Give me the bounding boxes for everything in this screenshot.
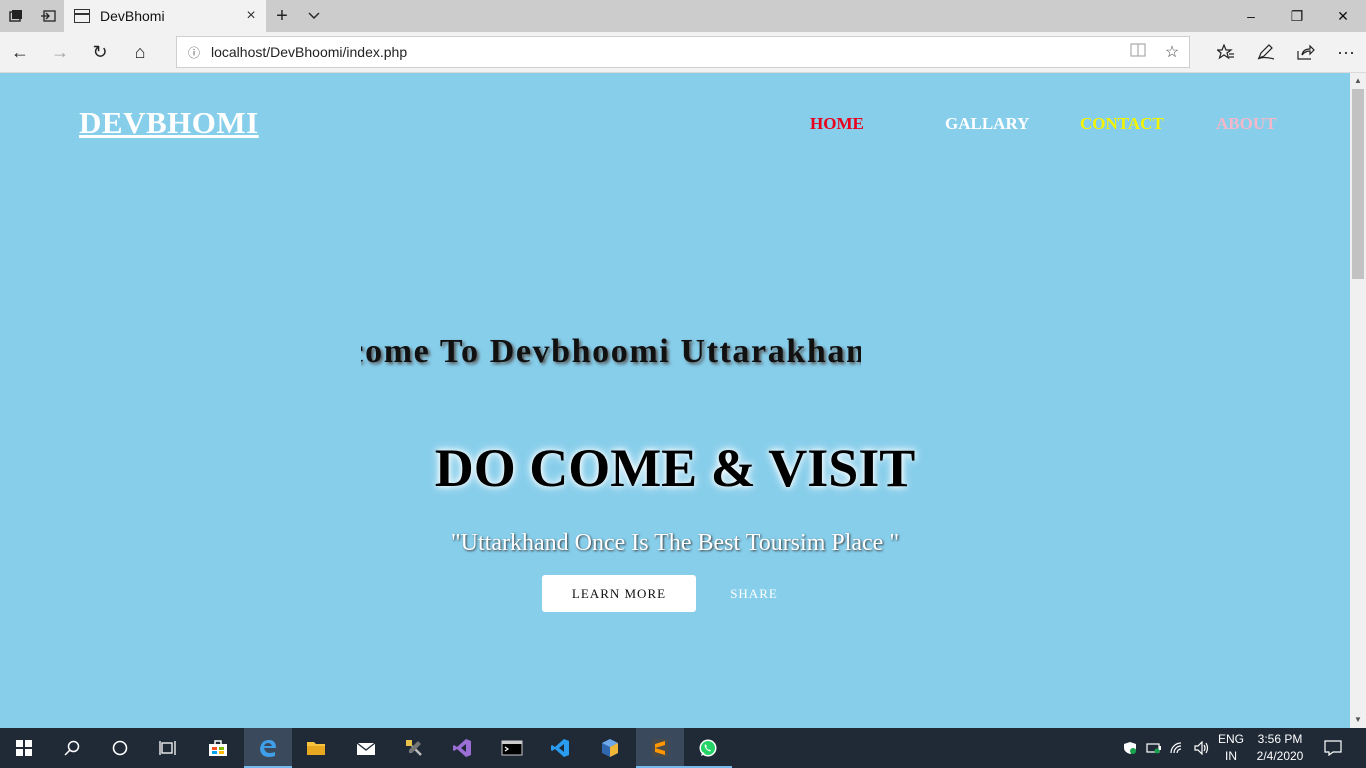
- page-favicon-icon: [74, 9, 90, 23]
- visual-studio-icon[interactable]: [438, 728, 486, 768]
- share-icon[interactable]: [1286, 32, 1326, 72]
- welcome-marquee: Welcome To Devbhoomi Uttarakhand: [361, 331, 861, 381]
- menu-gallary[interactable]: GALLARY: [945, 114, 1029, 134]
- site-info-icon[interactable]: ⓘ: [177, 44, 211, 61]
- system-clock[interactable]: 3:56 PM 2/4/2020: [1252, 731, 1308, 765]
- virtualbox-icon[interactable]: [586, 728, 634, 768]
- favorites-icon[interactable]: [1206, 32, 1246, 72]
- forward-button[interactable]: →: [40, 32, 80, 72]
- edge-icon[interactable]: [244, 728, 292, 768]
- url-field[interactable]: localhost/DevBhoomi/index.php: [211, 44, 1121, 60]
- home-button[interactable]: ⌂: [120, 32, 160, 72]
- web-page: DEVBHOMI HOME GALLARY CONTACT ABOUT Welc…: [0, 73, 1350, 728]
- input-language[interactable]: ENG IN: [1215, 731, 1247, 765]
- clock-date: 2/4/2020: [1256, 749, 1304, 763]
- pen-icon[interactable]: [1246, 32, 1286, 72]
- close-window-button[interactable]: ✕: [1320, 0, 1366, 32]
- tab-title: DevBhomi: [100, 8, 165, 24]
- windows-taskbar: ENG IN 3:56 PM 2/4/2020: [0, 728, 1366, 768]
- reading-view-icon[interactable]: [1121, 42, 1155, 62]
- welcome-text: Welcome To Devbhoomi Uttarakhand: [361, 333, 861, 370]
- clock-time: 3:56 PM: [1257, 732, 1303, 746]
- battery-icon[interactable]: [1142, 728, 1166, 768]
- task-view-icon[interactable]: [144, 728, 192, 768]
- site-logo[interactable]: DEVBHOMI: [79, 105, 259, 141]
- start-icon[interactable]: [0, 728, 48, 768]
- scroll-thumb[interactable]: [1352, 89, 1364, 279]
- browser-tab-bar: DevBhomi × + – ❐ ✕: [0, 0, 1366, 32]
- hero-subtitle: "Uttarkhand Once Is The Best Toursim Pla…: [450, 530, 900, 556]
- scroll-down-icon[interactable]: ▼: [1350, 712, 1366, 728]
- minimize-button[interactable]: –: [1228, 0, 1274, 32]
- wifi-icon[interactable]: [1166, 728, 1190, 768]
- security-shield-icon[interactable]: [1118, 728, 1142, 768]
- notifications-icon[interactable]: [1316, 728, 1350, 768]
- browser-navigation-bar: ← → ↻ ⌂ ⓘ localhost/DevBhoomi/index.php …: [0, 32, 1366, 73]
- whatsapp-icon[interactable]: [684, 728, 732, 768]
- language-code: ENG: [1217, 732, 1244, 746]
- store-icon[interactable]: [194, 728, 242, 768]
- active-tab[interactable]: DevBhomi ×: [64, 0, 266, 32]
- scroll-up-icon[interactable]: ▲: [1350, 73, 1366, 89]
- sublime-icon[interactable]: [636, 728, 684, 768]
- search-icon[interactable]: [48, 728, 96, 768]
- learn-more-button[interactable]: LEARN MORE: [542, 575, 696, 612]
- volume-icon[interactable]: [1190, 728, 1214, 768]
- add-favorite-icon[interactable]: ☆: [1155, 42, 1189, 62]
- tools-icon[interactable]: [390, 728, 438, 768]
- set-aside-tabs-icon[interactable]: [32, 0, 64, 32]
- hero-title: DO COME & VISIT: [434, 438, 916, 498]
- vscode-icon[interactable]: [536, 728, 584, 768]
- tab-manager-icon[interactable]: [0, 0, 32, 32]
- menu-home[interactable]: HOME: [810, 114, 864, 134]
- share-button[interactable]: SHARE: [712, 575, 796, 612]
- new-tab-button[interactable]: +: [266, 0, 298, 32]
- mail-icon[interactable]: [342, 728, 390, 768]
- page-scrollbar[interactable]: ▲ ▼: [1350, 73, 1366, 728]
- tab-list-chevron-down-icon[interactable]: [298, 0, 330, 32]
- menu-about[interactable]: ABOUT: [1216, 114, 1276, 134]
- file-explorer-icon[interactable]: [292, 728, 340, 768]
- menu-contact[interactable]: CONTACT: [1080, 114, 1164, 134]
- terminal-icon[interactable]: [488, 728, 536, 768]
- close-tab-icon[interactable]: ×: [236, 7, 266, 25]
- refresh-button[interactable]: ↻: [80, 32, 120, 72]
- more-icon[interactable]: ···: [1326, 32, 1366, 72]
- cortana-icon[interactable]: [96, 728, 144, 768]
- restore-button[interactable]: ❐: [1274, 0, 1320, 32]
- address-bar[interactable]: ⓘ localhost/DevBhoomi/index.php ☆: [176, 36, 1190, 68]
- region-code: IN: [1225, 749, 1237, 763]
- back-button[interactable]: ←: [0, 32, 40, 72]
